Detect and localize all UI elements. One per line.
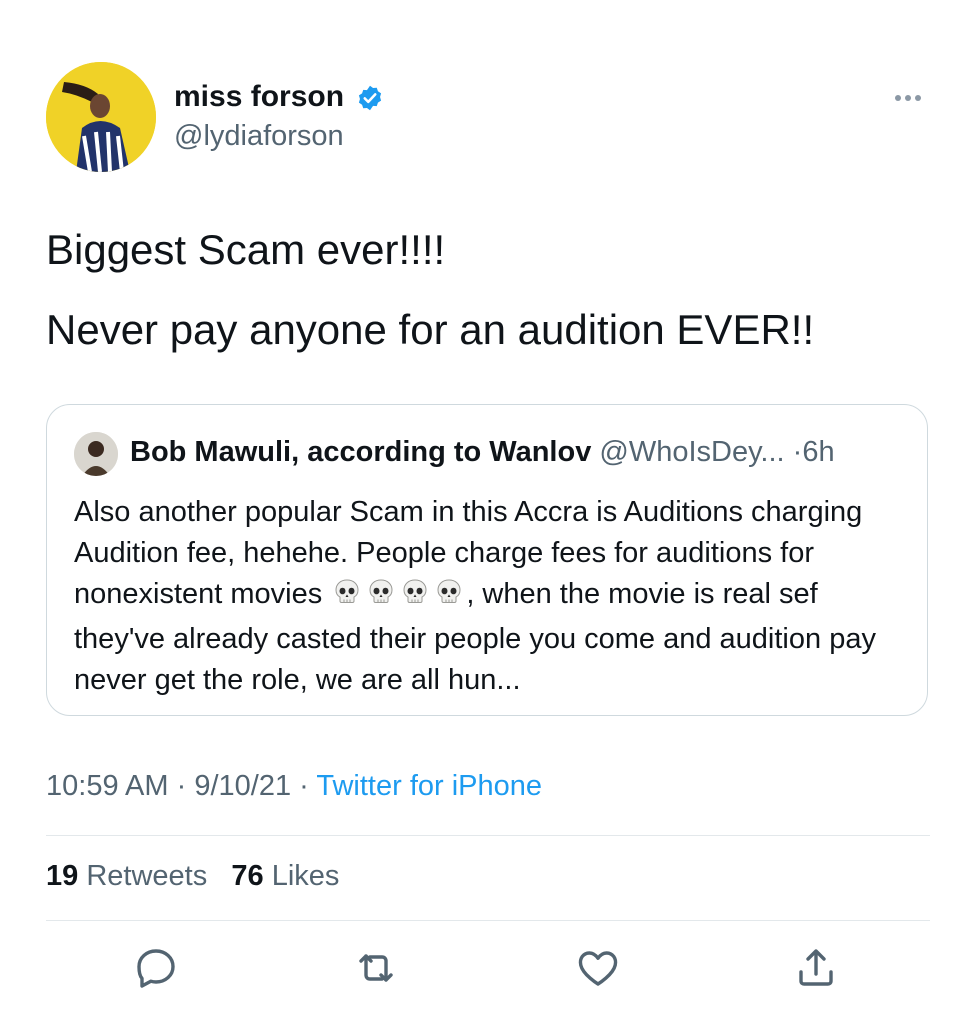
- retweet-button[interactable]: [352, 944, 400, 992]
- tweet-date: 9/10/21: [194, 770, 292, 802]
- meta-separator: ·: [299, 770, 309, 802]
- likes-label: Likes: [271, 860, 340, 892]
- retweets-count: 19: [46, 860, 79, 892]
- verified-badge-icon: [356, 84, 384, 112]
- retweets-label: Retweets: [86, 860, 208, 892]
- like-button[interactable]: [574, 944, 622, 992]
- author-avatar[interactable]: [46, 62, 156, 172]
- meta-separator: ·: [176, 770, 187, 802]
- tweet-meta: 10:59 AM · 9/10/21 · Twitter for iPhone: [46, 770, 542, 803]
- retweet-icon: [359, 954, 393, 982]
- skull-emoji: [400, 577, 430, 619]
- tweet-source-link[interactable]: Twitter for iPhone: [316, 770, 542, 802]
- retweets-stat[interactable]: 19 Retweets: [46, 860, 207, 892]
- share-button[interactable]: [792, 944, 840, 992]
- skull-emoji: [332, 577, 362, 619]
- tweet-text-line-2: Never pay anyone for an audition EVER!!: [46, 306, 815, 353]
- more-options-icon[interactable]: [888, 86, 928, 110]
- author-name[interactable]: miss forson: [174, 80, 344, 114]
- engagement-stats: 19 Retweets 76 Likes: [46, 860, 339, 893]
- divider: [46, 835, 930, 836]
- tweet-time: 10:59 AM: [46, 770, 169, 802]
- share-icon: [799, 949, 833, 986]
- skull-emoji: [434, 577, 464, 619]
- quoted-author-name: Bob Mawuli, according to Wanlov: [130, 436, 592, 468]
- quoted-tweet-body: Also another popular Scam in this Accra …: [74, 492, 910, 701]
- skull-emoji-group: [330, 578, 466, 610]
- divider: [46, 920, 930, 921]
- likes-count: 76: [231, 860, 264, 892]
- tweet-text-line-1: Biggest Scam ever!!!!: [46, 226, 446, 273]
- quoted-time: 6h: [802, 436, 835, 468]
- quoted-tweet-header: Bob Mawuli, according to Wanlov @WhoIsDe…: [130, 436, 835, 469]
- reply-button[interactable]: [132, 944, 180, 992]
- like-icon: [578, 951, 618, 986]
- reply-icon: [137, 949, 175, 988]
- author-handle[interactable]: @lydiaforson: [174, 120, 344, 153]
- quoted-author-avatar: [74, 432, 118, 476]
- quoted-author-handle: @WhoIsDey...: [599, 436, 785, 468]
- quoted-separator: ·: [792, 436, 803, 468]
- skull-emoji: [366, 577, 396, 619]
- likes-stat[interactable]: 76 Likes: [231, 860, 339, 892]
